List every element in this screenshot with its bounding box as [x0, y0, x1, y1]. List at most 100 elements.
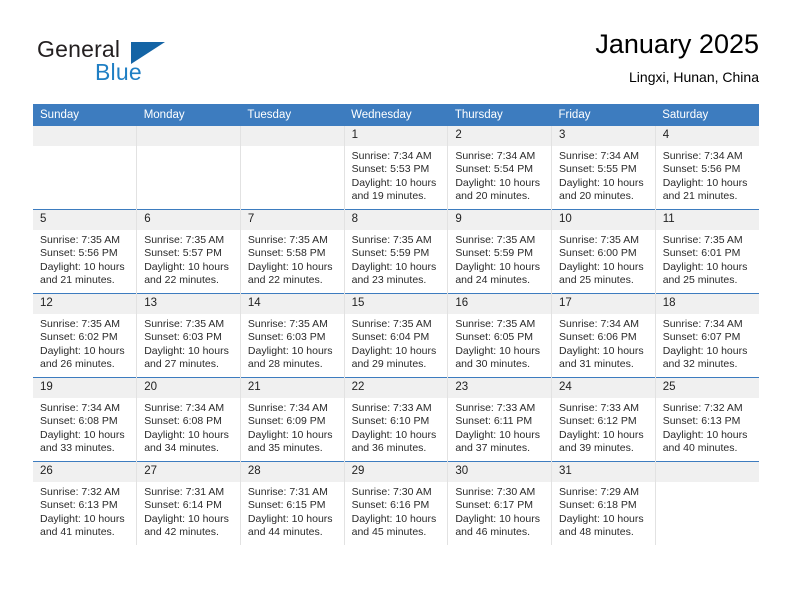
sunrise-text: Sunrise: 7:30 AM: [351, 486, 432, 498]
sunrise-text: Sunrise: 7:35 AM: [559, 234, 639, 246]
daylight-text: Daylight: 10 hours and 20 minutes.: [559, 176, 644, 203]
sunset-text: Sunset: 5:57 PM: [144, 247, 222, 260]
day-details: Sunrise: 7:34 AM Sunset: 6:08 PM Daylight:…: [137, 398, 240, 456]
day-details: Sunrise: 7:31 AM Sunset: 6:14 PM Daylight:…: [137, 482, 240, 540]
day-details: Sunrise: 7:30 AM Sunset: 6:17 PM Daylight:…: [448, 482, 551, 540]
sunset-text: Sunset: 6:08 PM: [144, 415, 222, 428]
calendar-day-cell[interactable]: 30 Sunrise: 7:30 AM Sunset: 6:17 PM Dayligh…: [447, 461, 553, 545]
day-details: Sunrise: 7:35 AM Sunset: 5:58 PM Daylight:…: [241, 230, 344, 288]
calendar-day-cell[interactable]: 5 Sunrise: 7:35 AM Sunset: 5:56 PM Daylight…: [33, 209, 138, 294]
day-details: Sunrise: 7:35 AM Sunset: 5:56 PM Daylight:…: [33, 230, 136, 288]
day-details: Sunrise: 7:34 AM Sunset: 5:55 PM Daylight:…: [552, 146, 655, 204]
calendar-day-cell[interactable]: 24 Sunrise: 7:33 AM Sunset: 6:12 PM Dayligh…: [551, 377, 656, 462]
sunrise-text: Sunrise: 7:35 AM: [144, 234, 225, 246]
sunrise-text: Sunrise: 7:33 AM: [455, 402, 536, 414]
day-details: Sunrise: 7:35 AM Sunset: 6:03 PM Daylight:…: [241, 314, 344, 372]
day-number: 20: [137, 378, 240, 398]
general-blue-logo[interactable]: General Blue: [33, 28, 253, 90]
day-details: Sunrise: 7:31 AM Sunset: 6:15 PM Daylight:…: [241, 482, 344, 540]
daylight-text: Daylight: 10 hours and 41 minutes.: [40, 512, 125, 539]
calendar-day-cell[interactable]: 6 Sunrise: 7:35 AM Sunset: 5:57 PM Daylight…: [136, 209, 241, 294]
day-details: Sunrise: 7:33 AM Sunset: 6:10 PM Daylight:…: [345, 398, 448, 456]
sunset-text: Sunset: 5:53 PM: [351, 163, 430, 176]
sunrise-text: Sunrise: 7:34 AM: [351, 150, 432, 162]
calendar-day-cell[interactable]: 12 Sunrise: 7:35 AM Sunset: 6:02 PM Dayligh…: [33, 293, 138, 378]
sunset-text: Sunset: 6:08 PM: [40, 415, 118, 428]
calendar-day-cell[interactable]: 29 Sunrise: 7:30 AM Sunset: 6:16 PM Dayligh…: [344, 461, 449, 545]
day-details: Sunrise: 7:34 AM Sunset: 5:53 PM Daylight:…: [345, 146, 448, 204]
day-number: 14: [240, 294, 344, 314]
sunrise-text: Sunrise: 7:34 AM: [662, 150, 743, 162]
daylight-text: Daylight: 10 hours and 32 minutes.: [662, 344, 748, 371]
logo-text-blue: Blue: [95, 59, 142, 85]
calendar-week-row: 12 Sunrise: 7:35 AM Sunset: 6:02 PM Dayligh…: [33, 293, 759, 378]
calendar-day-cell[interactable]: 28 Sunrise: 7:31 AM Sunset: 6:15 PM Dayligh…: [240, 461, 345, 545]
calendar-cell-empty: [136, 126, 241, 210]
sunset-text: Sunset: 6:00 PM: [559, 247, 637, 260]
page-title: January 2025: [595, 29, 759, 59]
calendar-day-cell[interactable]: 19 Sunrise: 7:34 AM Sunset: 6:08 PM Dayligh…: [33, 377, 138, 462]
calendar-day-cell[interactable]: 14 Sunrise: 7:35 AM Sunset: 6:03 PM Dayligh…: [240, 293, 345, 378]
calendar-week-row: 19 Sunrise: 7:34 AM Sunset: 6:08 PM Dayligh…: [33, 377, 759, 462]
calendar-day-cell[interactable]: 15 Sunrise: 7:35 AM Sunset: 6:04 PM Dayligh…: [344, 293, 449, 378]
calendar-day-cell[interactable]: 27 Sunrise: 7:31 AM Sunset: 6:14 PM Dayligh…: [136, 461, 241, 545]
day-number: 8: [344, 210, 448, 230]
calendar-day-cell[interactable]: 17 Sunrise: 7:34 AM Sunset: 6:06 PM Dayligh…: [551, 293, 656, 378]
day-details: Sunrise: 7:34 AM Sunset: 6:09 PM Daylight:…: [241, 398, 344, 456]
day-details: Sunrise: 7:32 AM Sunset: 6:13 PM Daylight:…: [656, 398, 759, 456]
day-number: 26: [33, 462, 137, 482]
sunset-text: Sunset: 5:59 PM: [455, 247, 533, 260]
calendar-day-cell[interactable]: 13 Sunrise: 7:35 AM Sunset: 6:03 PM Dayligh…: [136, 293, 241, 378]
sunset-text: Sunset: 6:02 PM: [40, 331, 118, 344]
calendar-day-cell[interactable]: 8 Sunrise: 7:35 AM Sunset: 5:59 PM Daylight…: [344, 209, 449, 294]
calendar-day-cell[interactable]: 9 Sunrise: 7:35 AM Sunset: 5:59 PM Daylight…: [447, 209, 553, 294]
calendar-day-cell[interactable]: 10 Sunrise: 7:35 AM Sunset: 6:00 PM Dayligh…: [551, 209, 656, 294]
day-number: 24: [552, 378, 655, 398]
title-block: January 2025 Lingxi, Hunan, China: [595, 28, 759, 87]
calendar-day-cell[interactable]: 23 Sunrise: 7:33 AM Sunset: 6:11 PM Dayligh…: [447, 377, 553, 462]
calendar-day-cell[interactable]: 2 Sunrise: 7:34 AM Sunset: 5:54 PM Daylight…: [447, 126, 553, 210]
sunrise-text: Sunrise: 7:34 AM: [40, 402, 120, 414]
day-number: 22: [344, 378, 448, 398]
calendar-day-cell[interactable]: 11 Sunrise: 7:35 AM Sunset: 6:01 PM Dayligh…: [655, 209, 759, 294]
daylight-text: Daylight: 10 hours and 35 minutes.: [247, 428, 333, 455]
calendar-day-cell[interactable]: 21 Sunrise: 7:34 AM Sunset: 6:09 PM Dayligh…: [240, 377, 345, 462]
sunset-text: Sunset: 6:07 PM: [662, 331, 741, 344]
daylight-text: Daylight: 10 hours and 44 minutes.: [247, 512, 333, 539]
day-number: 2: [448, 126, 552, 146]
calendar-day-cell[interactable]: 22 Sunrise: 7:33 AM Sunset: 6:10 PM Dayligh…: [344, 377, 449, 462]
calendar-day-cell[interactable]: 20 Sunrise: 7:34 AM Sunset: 6:08 PM Dayligh…: [136, 377, 241, 462]
calendar-day-cell[interactable]: 1 Sunrise: 7:34 AM Sunset: 5:53 PM Daylight…: [344, 126, 449, 210]
day-details: Sunrise: 7:35 AM Sunset: 6:03 PM Daylight:…: [137, 314, 240, 372]
calendar-day-cell[interactable]: 31 Sunrise: 7:29 AM Sunset: 6:18 PM Dayligh…: [551, 461, 656, 545]
day-number: 13: [137, 294, 240, 314]
calendar-day-cell[interactable]: 7 Sunrise: 7:35 AM Sunset: 5:58 PM Daylight…: [240, 209, 345, 294]
calendar-day-cell[interactable]: 18 Sunrise: 7:34 AM Sunset: 6:07 PM Dayligh…: [655, 293, 759, 378]
sunset-text: Sunset: 6:13 PM: [40, 499, 118, 512]
daylight-text: Daylight: 10 hours and 48 minutes.: [559, 512, 644, 539]
sunrise-text: Sunrise: 7:34 AM: [559, 318, 639, 330]
day-number: 29: [344, 462, 448, 482]
calendar-day-cell[interactable]: 26 Sunrise: 7:32 AM Sunset: 6:13 PM Dayligh…: [33, 461, 138, 545]
day-details: Sunrise: 7:35 AM Sunset: 6:01 PM Daylight:…: [656, 230, 759, 288]
day-number: 15: [344, 294, 448, 314]
weekday-header-saturday: Saturday: [655, 104, 759, 126]
sunset-text: Sunset: 6:03 PM: [247, 331, 326, 344]
day-number: 17: [552, 294, 655, 314]
calendar-day-cell[interactable]: 25 Sunrise: 7:32 AM Sunset: 6:13 PM Dayligh…: [655, 377, 759, 462]
calendar-day-cell[interactable]: 4 Sunrise: 7:34 AM Sunset: 5:56 PM Daylight…: [655, 126, 759, 210]
weekday-header-wednesday: Wednesday: [344, 104, 448, 126]
calendar-day-cell[interactable]: 16 Sunrise: 7:35 AM Sunset: 6:05 PM Dayligh…: [447, 293, 553, 378]
sunset-text: Sunset: 5:56 PM: [662, 163, 741, 176]
daylight-text: Daylight: 10 hours and 33 minutes.: [40, 428, 125, 455]
day-number: 30: [448, 462, 552, 482]
sunset-text: Sunset: 5:59 PM: [351, 247, 430, 260]
sunset-text: Sunset: 6:17 PM: [455, 499, 533, 512]
day-number: [33, 126, 137, 146]
daylight-text: Daylight: 10 hours and 30 minutes.: [455, 344, 540, 371]
day-number: [137, 126, 240, 146]
daylight-text: Daylight: 10 hours and 27 minutes.: [144, 344, 229, 371]
calendar-day-cell[interactable]: 3 Sunrise: 7:34 AM Sunset: 5:55 PM Daylight…: [551, 126, 656, 210]
day-details: Sunrise: 7:34 AM Sunset: 6:06 PM Daylight:…: [552, 314, 655, 372]
day-number: 27: [137, 462, 240, 482]
